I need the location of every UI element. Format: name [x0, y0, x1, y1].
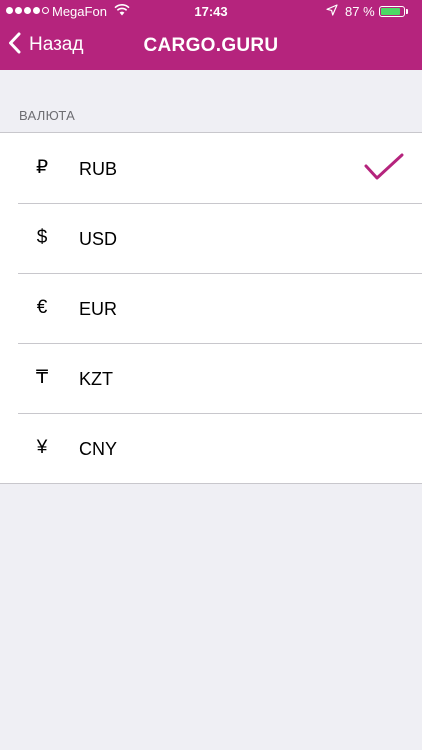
currency-option-usd[interactable]: $ USD	[0, 203, 422, 273]
currency-option-eur[interactable]: € EUR	[0, 273, 422, 343]
currency-code: KZT	[79, 369, 113, 389]
section-header-currency: ВАЛЮТА	[19, 108, 76, 123]
battery-level-fill	[381, 8, 401, 15]
currency-option-kzt[interactable]: ₸ KZT	[0, 343, 422, 413]
battery-tip	[406, 9, 408, 14]
ruble-sign-icon: ₽	[35, 157, 49, 178]
checkmark-icon	[364, 153, 404, 186]
currency-code: EUR	[79, 299, 118, 319]
currency-option-rub[interactable]: ₽ RUB	[0, 133, 422, 203]
dollar-sign-icon: $	[36, 227, 48, 248]
currency-list: ₽ RUB $ USD € EUR ₸ KZT ¥ CNY	[0, 132, 422, 484]
status-bar: MegaFon 17:43 87 %	[0, 0, 422, 22]
currency-code: RUB	[79, 159, 118, 179]
nav-bar: MegaFon 17:43 87 % Назад CARGO.GURU	[0, 0, 422, 70]
currency-code: USD	[79, 229, 118, 249]
location-arrow-icon	[326, 4, 338, 19]
currency-code: CNY	[79, 439, 118, 459]
battery-icon	[379, 6, 405, 17]
yuan-sign-icon: ¥	[36, 437, 48, 458]
battery-percent: 87 %	[345, 4, 375, 19]
page-title: CARGO.GURU	[143, 35, 279, 56]
currency-option-cny[interactable]: ¥ CNY	[0, 413, 422, 483]
tenge-sign-icon: ₸	[35, 367, 49, 388]
euro-sign-icon: €	[36, 297, 48, 318]
